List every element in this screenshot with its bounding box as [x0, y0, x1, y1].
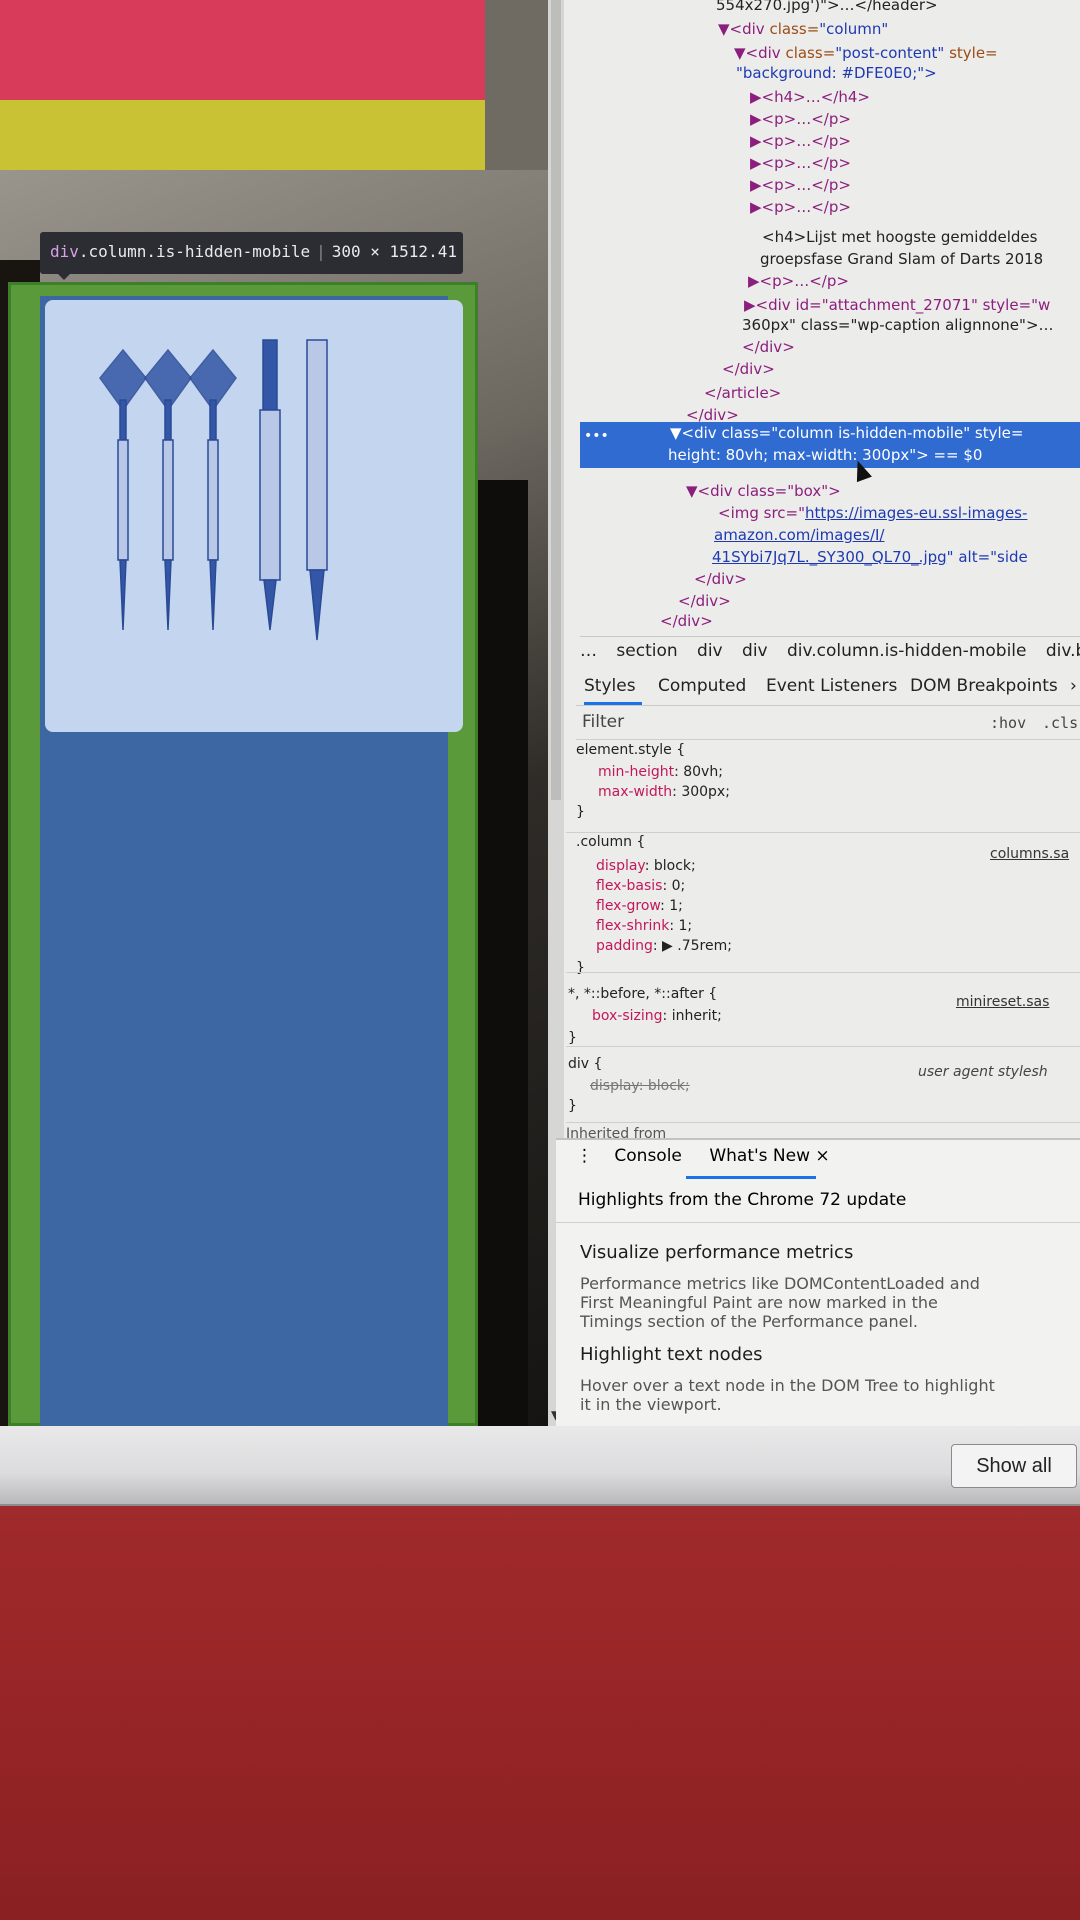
more-dots-icon[interactable]: •••	[584, 428, 609, 444]
tab-styles[interactable]: Styles	[584, 676, 636, 696]
dom-line[interactable]: "background: #DFE0E0;">	[736, 64, 937, 82]
css-property[interactable]: flex-grow: 1;	[596, 898, 683, 914]
css-rule-selector: *, *::before, *::after {	[568, 986, 718, 1002]
tab-computed[interactable]: Computed	[658, 676, 746, 696]
cls-toggle[interactable]: .cls	[1042, 714, 1078, 732]
active-tab-indicator	[584, 702, 642, 705]
tab-console[interactable]: Console	[614, 1146, 682, 1166]
css-source-link[interactable]: minireset.sas	[956, 994, 1049, 1010]
css-rule-divider	[566, 972, 1080, 973]
dom-line[interactable]: groepsfase Grand Slam of Darts 2018	[760, 250, 1043, 268]
dom-line[interactable]: amazon.com/images/I/	[714, 526, 884, 544]
breadcrumb-item[interactable]: div.box	[1046, 641, 1080, 661]
dom-line[interactable]: </article>	[704, 384, 781, 402]
breadcrumb: … section div div div.column.is-hidden-m…	[580, 636, 1080, 666]
drawer-active-tab-indicator	[686, 1176, 816, 1179]
tooltip-classes: .column.is-hidden-mobile	[78, 242, 311, 261]
dom-line[interactable]: ▶<p>…</p>	[748, 272, 849, 290]
dom-line[interactable]: ▼<div class="post-content" style=	[734, 44, 998, 62]
css-rule-divider	[566, 832, 1080, 833]
inspected-page: div.column.is-hidden-mobile | 300 × 1512.4…	[0, 0, 565, 1426]
css-property[interactable]: display: block;	[596, 858, 696, 874]
feature-description: Hover over a text node in the DOM Tree t…	[580, 1376, 995, 1414]
dom-line[interactable]: <h4>Lijst met hoogste gemiddeldes	[762, 228, 1037, 246]
feature-heading[interactable]: Highlight text nodes	[580, 1344, 763, 1365]
breadcrumb-item[interactable]: …	[580, 641, 597, 661]
breadcrumb-item[interactable]: div.column.is-hidden-mobile	[787, 641, 1026, 661]
desk-surface	[0, 1500, 1080, 1920]
css-property[interactable]: max-width: 300px;	[598, 784, 730, 800]
dom-line[interactable]: </div>	[694, 570, 747, 588]
css-rule-selector: element.style {	[576, 742, 686, 758]
dom-line[interactable]: ▶<h4>…</h4>	[750, 88, 870, 106]
dom-line[interactable]: ▶<div id="attachment_27071" style="w	[744, 296, 1050, 314]
tab-event-listeners[interactable]: Event Listeners	[766, 676, 897, 696]
css-source-link[interactable]: columns.sa	[990, 846, 1069, 862]
tooltip-tag: div	[50, 242, 79, 261]
dom-line[interactable]: </div>	[660, 612, 713, 628]
element-tooltip: div.column.is-hidden-mobile | 300 × 1512.4…	[40, 232, 463, 274]
css-source-label: user agent stylesh	[918, 1064, 1048, 1080]
css-rule-close: }	[568, 1098, 577, 1114]
css-rule-divider	[566, 1122, 1080, 1123]
dom-line[interactable]: ▶<p>…</p>	[750, 110, 851, 128]
css-rule-selector: .column {	[576, 834, 646, 850]
tab-whats-new[interactable]: What's New ×	[709, 1146, 829, 1166]
drawer-divider	[556, 1222, 1080, 1223]
dom-tree: 554x270.jpg')">…</header> ▼<div class="c…	[576, 0, 1080, 628]
tab-dom-breakpoints[interactable]: DOM Breakpoints	[910, 676, 1058, 696]
dom-line[interactable]: ▶<p>…</p>	[750, 132, 851, 150]
css-rule-close: }	[576, 960, 585, 976]
monitor-bottom-bar	[0, 1426, 1080, 1506]
dom-line[interactable]: ▼<div class="column"	[718, 20, 888, 38]
tabs-overflow-icon[interactable]: ›	[1070, 676, 1077, 696]
styles-tabs: Styles Computed Event Listeners DOM Brea…	[576, 668, 1080, 706]
styles-filter-bar: Filter :hov .cls	[576, 706, 1080, 740]
dom-line[interactable]: ▶<p>…</p>	[750, 154, 851, 172]
drawer-menu-icon[interactable]: ⋮	[576, 1146, 593, 1166]
selected-node-line-1: ▼<div class="column is-hidden-mobile" st…	[670, 424, 1024, 442]
tooltip-size: 300 × 1512.41	[331, 242, 457, 261]
dom-line[interactable]: <img src="https://images-eu.ssl-images-	[718, 504, 1027, 522]
styles-pane: element.style { min-height: 80vh; max-wi…	[566, 740, 1080, 1142]
show-all-button[interactable]: Show all	[951, 1444, 1077, 1488]
hov-toggle[interactable]: :hov	[990, 714, 1026, 732]
whats-new-title: Highlights from the Chrome 72 update	[578, 1190, 907, 1210]
css-property[interactable]: box-sizing: inherit;	[592, 1008, 722, 1024]
css-rule-close: }	[576, 804, 585, 820]
css-property[interactable]: flex-shrink: 1;	[596, 918, 692, 934]
dom-line[interactable]: </div>	[742, 338, 795, 356]
dom-line[interactable]: ▶<p>…</p>	[750, 176, 851, 194]
css-property[interactable]: min-height: 80vh;	[598, 764, 723, 780]
css-rule-selector: div {	[568, 1056, 603, 1072]
feature-description: Performance metrics like DOMContentLoade…	[580, 1274, 980, 1331]
darts-product-image	[99, 339, 328, 641]
dom-line[interactable]: 41SYbi7Jq7L._SY300_QL70_.jpg" alt="side	[712, 548, 1028, 566]
dom-line[interactable]: </div>	[678, 592, 731, 610]
feature-heading[interactable]: Visualize performance metrics	[580, 1242, 853, 1263]
dom-line[interactable]: ▶<p>…</p>	[750, 198, 851, 216]
selected-node-line-2: height: 80vh; max-width: 300px"> == $0	[668, 446, 983, 464]
breadcrumb-item[interactable]: div	[742, 641, 768, 661]
breadcrumb-item[interactable]: div	[697, 641, 723, 661]
styles-filter-input[interactable]: Filter	[582, 712, 624, 732]
breadcrumb-item[interactable]: section	[616, 641, 677, 661]
css-rule-divider	[566, 1046, 1080, 1047]
dom-line[interactable]: ▼<div class="box">	[686, 482, 841, 500]
devtools-scroll-thumb[interactable]	[551, 0, 561, 800]
css-rule-close: }	[568, 1030, 577, 1046]
css-property[interactable]: flex-basis: 0;	[596, 878, 685, 894]
css-property[interactable]: padding: ▶ .75rem;	[596, 938, 732, 954]
dom-line[interactable]: </div>	[722, 360, 775, 378]
drawer-tabs: ⋮ Console What's New ×	[576, 1146, 830, 1166]
dom-line[interactable]: 554x270.jpg')">…</header>	[716, 0, 938, 14]
tooltip-arrow	[56, 272, 72, 280]
dom-line[interactable]: 360px" class="wp-caption alignnone">…	[742, 316, 1054, 334]
css-property-overridden[interactable]: display: block;	[590, 1078, 690, 1094]
